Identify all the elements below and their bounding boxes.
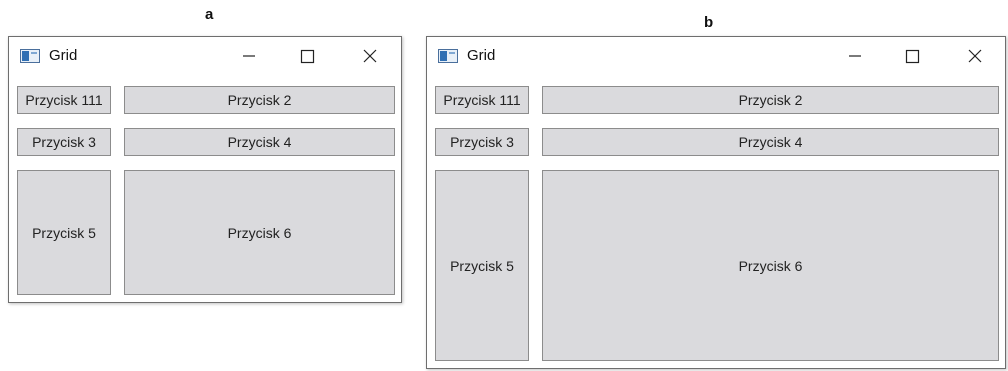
minimize-icon[interactable] xyxy=(225,39,271,73)
window-b: Grid Przycisk 111 Przycisk 2 Przycisk 3 … xyxy=(426,36,1006,369)
przycisk-4-button[interactable]: Przycisk 4 xyxy=(542,128,999,156)
przycisk-2-button[interactable]: Przycisk 2 xyxy=(542,86,999,114)
window-a: Grid Przycisk 111 Przycisk 2 Przycisk 3 … xyxy=(8,36,402,303)
window-app-icon xyxy=(438,49,458,63)
przycisk-111-button[interactable]: Przycisk 111 xyxy=(17,86,111,114)
panel-label-b: b xyxy=(704,14,714,31)
przycisk-6-button[interactable]: Przycisk 6 xyxy=(542,170,999,361)
title-bar[interactable]: Grid xyxy=(427,37,1005,75)
przycisk-5-button[interactable]: Przycisk 5 xyxy=(435,170,529,361)
przycisk-3-button[interactable]: Przycisk 3 xyxy=(17,128,111,156)
przycisk-2-button[interactable]: Przycisk 2 xyxy=(124,86,395,114)
close-icon[interactable] xyxy=(347,39,393,73)
panel-label-a: a xyxy=(205,6,214,23)
title-bar[interactable]: Grid xyxy=(9,37,401,75)
window-title: Grid xyxy=(49,47,78,64)
przycisk-5-button[interactable]: Przycisk 5 xyxy=(17,170,111,295)
przycisk-4-button[interactable]: Przycisk 4 xyxy=(124,128,395,156)
przycisk-3-button[interactable]: Przycisk 3 xyxy=(435,128,529,156)
window-title: Grid xyxy=(467,47,496,64)
minimize-icon[interactable] xyxy=(831,39,877,73)
przycisk-111-button[interactable]: Przycisk 111 xyxy=(435,86,529,114)
window-app-icon xyxy=(20,49,40,63)
maximize-icon[interactable] xyxy=(889,39,935,73)
przycisk-6-button[interactable]: Przycisk 6 xyxy=(124,170,395,295)
maximize-icon[interactable] xyxy=(284,39,330,73)
close-icon[interactable] xyxy=(952,39,998,73)
